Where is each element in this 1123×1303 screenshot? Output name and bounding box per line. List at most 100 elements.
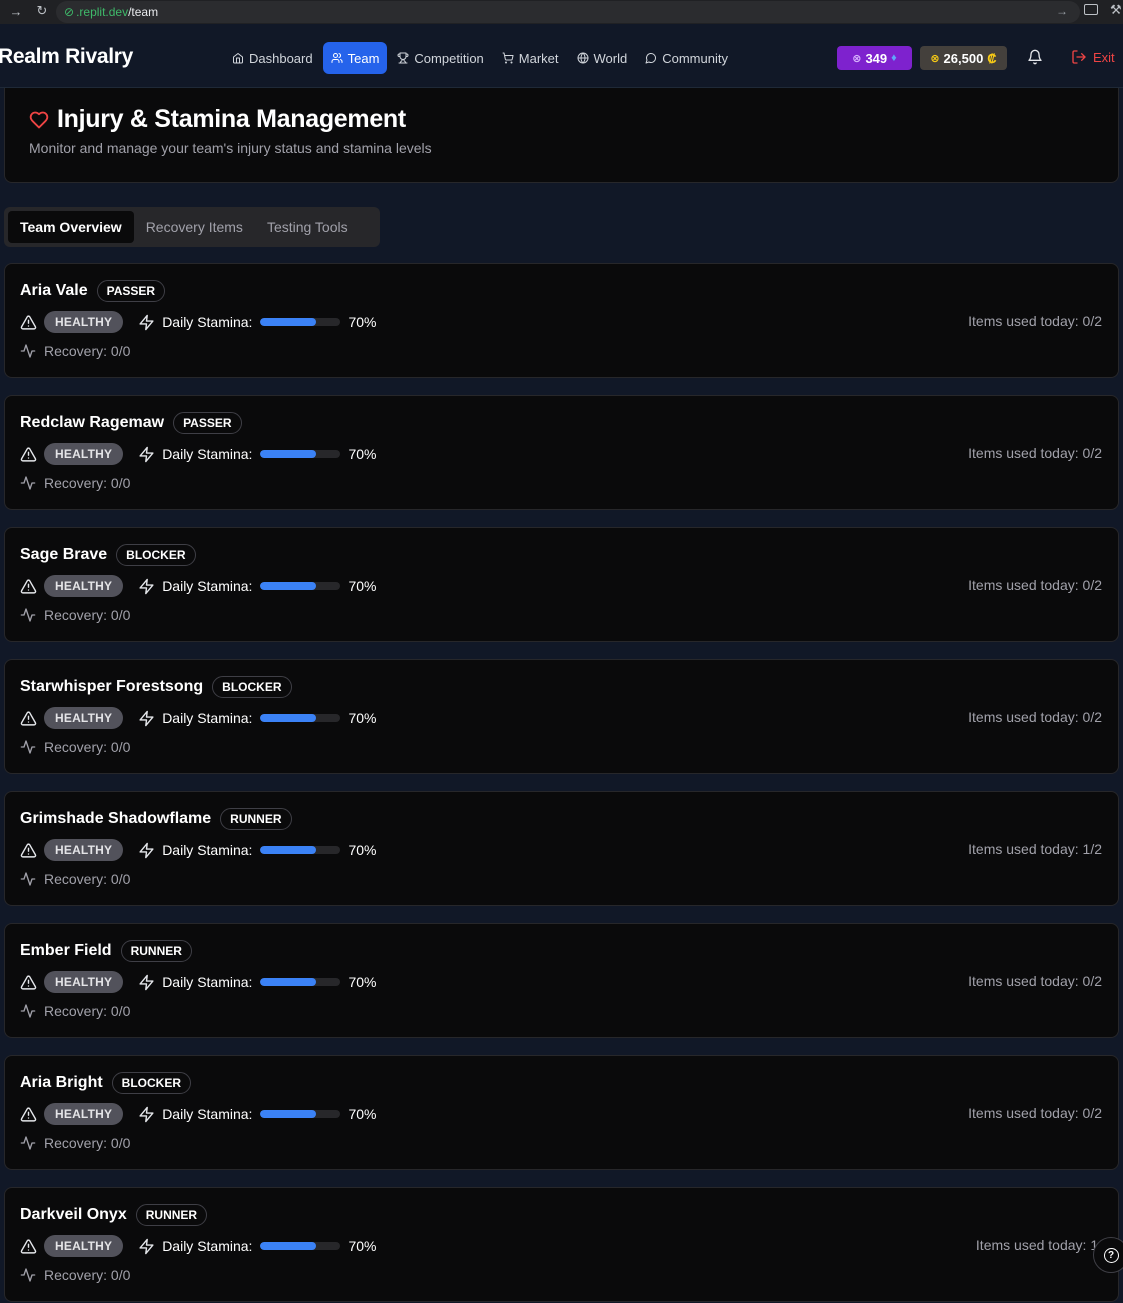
reload-icon[interactable]: ↻ — [35, 4, 49, 18]
player-name-row: Darkveil Onyx RUNNER — [20, 1204, 208, 1226]
items-used-today: Items used today: 0/2 — [968, 1105, 1102, 1121]
stamina-value: 70% — [348, 446, 377, 462]
health-status-badge: HEALTHY — [44, 707, 124, 729]
main-nav: Dashboard Team Competition Market World Commu… — [224, 42, 736, 74]
nav-label: Team — [347, 50, 380, 66]
recovery-text: Recovery: 0/0 — [44, 1267, 131, 1283]
gems-link-icon: ⊗ — [852, 52, 862, 65]
main-content: Injury & Stamina Management Monitor and … — [0, 88, 1123, 1303]
position-badge: BLOCKER — [212, 676, 292, 698]
player-name: Sage Brave — [20, 546, 108, 563]
recovery-text: Recovery: 0/0 — [44, 871, 131, 887]
recovery-row: Recovery: 0/0 — [20, 343, 130, 359]
cast-icon[interactable] — [1084, 4, 1098, 15]
stamina-progress-fill — [260, 318, 317, 326]
position-badge: BLOCKER — [111, 1072, 192, 1094]
alert-triangle-icon — [20, 314, 37, 330]
player-name-row: Aria Vale PASSER — [20, 280, 166, 302]
link-icon: ⊘ — [64, 5, 75, 19]
tab-team-overview[interactable]: Team Overview — [8, 211, 134, 243]
player-status-row: HEALTHY Daily Stamina: 70% — [20, 971, 376, 993]
nav-market[interactable]: Market — [494, 42, 567, 74]
tab-testing-tools[interactable]: Testing Tools — [255, 211, 360, 243]
player-name: Aria Vale — [20, 282, 88, 299]
position-badge: RUNNER — [135, 1204, 208, 1226]
help-button[interactable]: ? — [1093, 1237, 1123, 1273]
player-name: Darkveil Onyx — [20, 1206, 127, 1223]
credits-balance[interactable]: ⊗ 26,500 ₡ — [920, 46, 1007, 70]
stamina-progress-bar — [260, 846, 341, 854]
stamina-progress-fill — [260, 1110, 317, 1118]
player-card: Redclaw Ragemaw PASSER HEALTHY Daily Stamin… — [4, 395, 1119, 510]
globe-icon — [577, 52, 589, 64]
nav-community[interactable]: Community — [637, 42, 736, 74]
activity-icon — [20, 608, 36, 622]
daily-stamina-label: Daily Stamina: — [162, 842, 253, 858]
items-used-today: Items used today: 0/2 — [968, 709, 1102, 725]
nav-team[interactable]: Team — [322, 42, 388, 74]
player-name-row: Grimshade Shadowflame RUNNER — [20, 808, 292, 830]
recovery-row: Recovery: 0/0 — [20, 475, 130, 491]
position-badge: PASSER — [173, 412, 242, 434]
exit-button[interactable]: Exit — [1071, 49, 1115, 65]
daily-stamina-label: Daily Stamina: — [162, 314, 253, 330]
recovery-row: Recovery: 0/0 — [20, 1003, 130, 1019]
exit-label: Exit — [1093, 49, 1115, 65]
page-title-text: Injury & Stamina Management — [57, 105, 406, 133]
go-arrow-icon[interactable]: → — [1056, 4, 1068, 18]
brand-title[interactable]: Realm Rivalry — [0, 45, 133, 69]
back-arrow-icon[interactable]: → — [9, 5, 23, 19]
player-name-row: Redclaw Ragemaw PASSER — [20, 412, 242, 434]
users-icon — [331, 53, 343, 63]
stamina-value: 70% — [348, 1106, 377, 1122]
alert-triangle-icon — [20, 710, 37, 726]
player-name: Starwhisper Forestsong — [20, 678, 204, 695]
recovery-row: Recovery: 0/0 — [20, 607, 130, 623]
zap-icon — [139, 710, 154, 726]
address-bar[interactable]: ⊘ .replit.dev/team → — [56, 1, 1080, 23]
recovery-text: Recovery: 0/0 — [44, 607, 131, 623]
stamina-progress-bar — [260, 450, 341, 458]
stamina-value: 70% — [348, 974, 377, 990]
player-status-row: HEALTHY Daily Stamina: 70% — [20, 311, 376, 333]
stamina-progress-bar — [260, 1110, 341, 1118]
health-status-badge: HEALTHY — [44, 575, 124, 597]
nav-competition[interactable]: Competition — [389, 42, 491, 74]
items-used-today: Items used today: 0/2 — [968, 313, 1102, 329]
health-status-badge: HEALTHY — [44, 1103, 124, 1125]
bell-icon[interactable] — [1027, 49, 1043, 65]
stamina-progress-fill — [260, 450, 317, 458]
stamina-progress-bar — [260, 318, 341, 326]
zap-icon — [139, 1106, 154, 1122]
player-card: Sage Brave BLOCKER HEALTHY Daily Stamina: 70… — [4, 527, 1119, 642]
credits-value: 26,500 — [943, 50, 984, 66]
alert-triangle-icon — [20, 1238, 37, 1254]
url-path: /team — [128, 5, 159, 19]
recovery-text: Recovery: 0/0 — [44, 739, 131, 755]
page-header-card: Injury & Stamina Management Monitor and … — [4, 88, 1119, 183]
daily-stamina-label: Daily Stamina: — [162, 578, 253, 594]
credit-symbol: ₡ — [987, 50, 997, 66]
player-status-row: HEALTHY Daily Stamina: 70% — [20, 1103, 376, 1125]
gems-balance[interactable]: ⊗ 349 ♦ — [837, 46, 912, 70]
alert-triangle-icon — [20, 842, 37, 858]
stamina-progress-bar — [260, 582, 341, 590]
nav-dashboard[interactable]: Dashboard — [224, 42, 321, 74]
position-badge: PASSER — [96, 280, 166, 302]
activity-icon — [20, 1268, 36, 1282]
gems-value: 349 — [865, 50, 888, 66]
nav-world[interactable]: World — [569, 42, 636, 74]
trophy-icon — [397, 52, 409, 64]
chat-icon — [645, 53, 657, 64]
player-name: Aria Bright — [20, 1074, 103, 1091]
activity-icon — [20, 344, 36, 358]
activity-icon — [20, 1136, 36, 1150]
nav-label: Market — [518, 50, 559, 66]
tab-recovery-items[interactable]: Recovery Items — [134, 211, 255, 243]
items-used-today: Items used today: 1/2 — [968, 841, 1102, 857]
player-card: Starwhisper Forestsong BLOCKER HEALTHY Dail… — [4, 659, 1119, 774]
zap-icon — [139, 446, 154, 462]
wrench-icon[interactable]: ⚒ — [1110, 2, 1122, 18]
browser-toolbar: → ↻ ⊘ .replit.dev/team → ⚒ — [0, 0, 1123, 24]
zap-icon — [139, 314, 154, 330]
